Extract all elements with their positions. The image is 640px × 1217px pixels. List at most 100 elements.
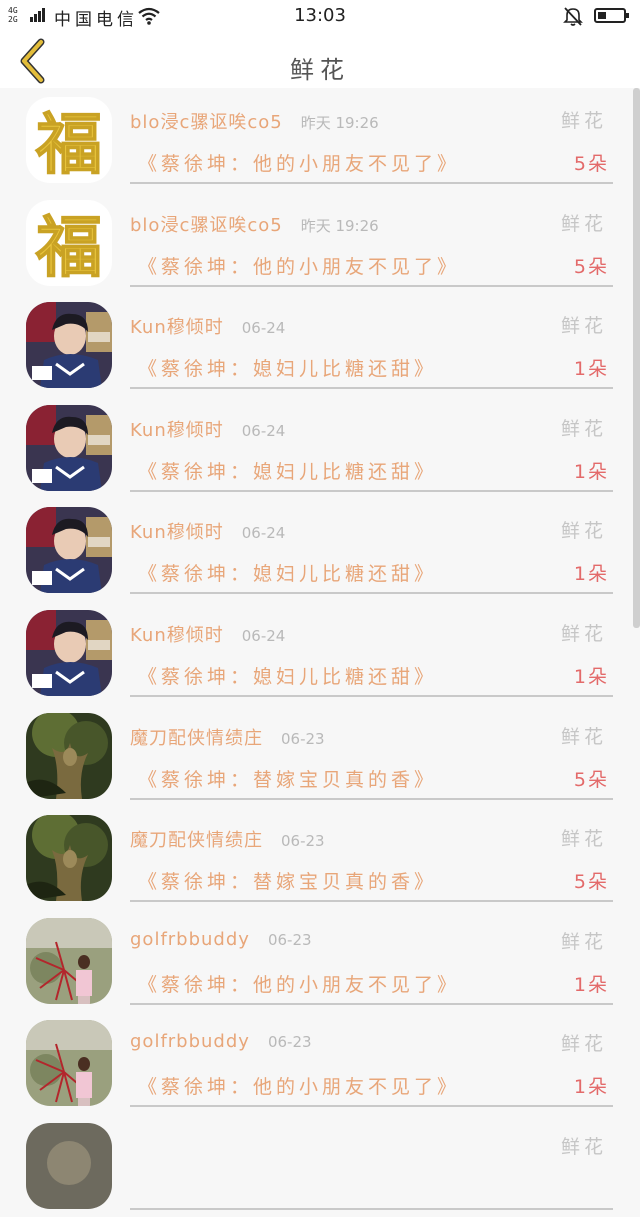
girl-photo-icon [26, 1020, 112, 1107]
username[interactable]: Kun穆倾时 06-24 [130, 518, 285, 544]
article-title[interactable]: 《蔡徐坤：媳妇儿比糖还甜》 [138, 662, 437, 689]
gift-type-label: 鲜花 [560, 1135, 607, 1158]
avatar[interactable] [26, 404, 112, 491]
gift-record-row[interactable]: 魔刀配侠情绩庄 06-23 鲜花 《蔡徐坤：替嫁宝贝真的香》 5朵 [0, 704, 640, 807]
boy-photo-icon [26, 302, 112, 389]
avatar[interactable]: 福 [26, 97, 112, 183]
gift-count: 5朵 [573, 871, 609, 894]
row-content: blo浸c骡讴唉co5 昨天 19:26 鲜花 《蔡徐坤：他的小朋友不见了》 5朵 [130, 191, 613, 287]
gift-record-row[interactable]: 魔刀配侠情绩庄 06-23 鲜花 《蔡徐坤：替嫁宝贝真的香》 5朵 [0, 806, 640, 909]
gift-count: 5朵 [573, 255, 609, 278]
gift-type-label: 鲜花 [560, 622, 607, 645]
avatar[interactable] [26, 507, 112, 594]
avatar[interactable] [26, 917, 112, 1004]
gift-record-row[interactable]: Kun穆倾时 06-24 鲜花 《蔡徐坤：媳妇儿比糖还甜》 1朵 [0, 293, 640, 396]
username[interactable]: Kun穆倾时 06-24 [130, 313, 285, 339]
gift-count: 1朵 [573, 563, 609, 586]
gift-time: 06-24 [241, 421, 286, 440]
article-title[interactable]: 《蔡徐坤：媳妇儿比糖还甜》 [138, 354, 437, 381]
username-text: Kun穆倾时 [130, 317, 224, 339]
username-text: 魔刀配侠情绩庄 [130, 830, 263, 852]
gift-count: 5朵 [573, 153, 609, 175]
article-title[interactable]: 《蔡徐坤：他的小朋友不见了》 [138, 149, 460, 176]
gift-record-row[interactable]: Kun穆倾时 06-24 鲜花 《蔡徐坤：媳妇儿比糖还甜》 1朵 [0, 498, 640, 601]
gift-type-label: 鲜花 [560, 828, 607, 851]
row-content: 鲜花 [130, 1114, 613, 1210]
row-content: Kun穆倾时 06-24 鲜花 《蔡徐坤：媳妇儿比糖还甜》 1朵 [130, 498, 613, 595]
gift-count: 1朵 [573, 665, 609, 688]
gift-record-row[interactable]: 福 blo浸c骡讴唉co5 昨天 19:26 鲜花 《蔡徐坤：他的小朋友不见了》 … [0, 191, 640, 294]
tree-art-icon [26, 712, 112, 799]
gift-record-row[interactable]: golfrbbuddy 06-23 鲜花 《蔡徐坤：他的小朋友不见了》 1朵 [0, 1011, 640, 1114]
status-time: 13:03 [294, 5, 346, 26]
avatar[interactable] [26, 712, 112, 799]
fu-character-icon: 福 [26, 97, 112, 183]
gift-record-row[interactable]: Kun穆倾时 06-24 鲜花 《蔡徐坤：媳妇儿比糖还甜》 1朵 [0, 601, 640, 704]
username[interactable]: golfrbbuddy 06-23 [130, 1031, 312, 1052]
row-content: 魔刀配侠情绩庄 06-23 鲜花 《蔡徐坤：替嫁宝贝真的香》 5朵 [130, 704, 613, 800]
gift-type-label: 鲜花 [560, 417, 607, 440]
svg-text:福: 福 [35, 105, 102, 183]
row-content: golfrbbuddy 06-23 鲜花 《蔡徐坤：他的小朋友不见了》 1朵 [130, 909, 613, 1005]
avatar[interactable] [26, 815, 112, 902]
gift-record-row[interactable]: golfrbbuddy 06-23 鲜花 《蔡徐坤：他的小朋友不见了》 1朵 [0, 909, 640, 1012]
username[interactable]: golfrbbuddy 06-23 [130, 929, 312, 950]
gift-count: 1朵 [573, 973, 609, 996]
battery-icon [594, 8, 629, 23]
article-title[interactable]: 《蔡徐坤：他的小朋友不见了》 [138, 1072, 460, 1099]
username[interactable] [130, 1134, 148, 1155]
username-text: blo浸c骡讴唉co5 [130, 214, 283, 236]
avatar-partial-icon [26, 1122, 112, 1209]
boy-photo-icon [26, 404, 112, 491]
girl-photo-icon [26, 917, 112, 1004]
row-content: 魔刀配侠情绩庄 06-23 鲜花 《蔡徐坤：替嫁宝贝真的香》 5朵 [130, 806, 613, 903]
avatar[interactable]: 福 [26, 199, 112, 286]
gift-record-row[interactable]: 福 blo浸c骡讴唉co5 昨天 19:26 鲜花 《蔡徐坤：他的小朋友不见了》 … [0, 88, 640, 191]
scrollbar[interactable] [633, 88, 640, 628]
article-title[interactable]: 《蔡徐坤：他的小朋友不见了》 [138, 970, 460, 997]
gift-count: 1朵 [573, 358, 609, 381]
gift-record-list[interactable]: 福 blo浸c骡讴唉co5 昨天 19:26 鲜花 《蔡徐坤：他的小朋友不见了》 … [0, 88, 640, 1217]
gift-record-row[interactable]: 鲜花 [0, 1114, 640, 1217]
gift-type-label: 鲜花 [560, 315, 607, 338]
gift-time: 06-23 [267, 930, 312, 949]
article-title[interactable]: 《蔡徐坤：替嫁宝贝真的香》 [138, 765, 437, 792]
gift-record-row[interactable]: Kun穆倾时 06-24 鲜花 《蔡徐坤：媳妇儿比糖还甜》 1朵 [0, 396, 640, 499]
username[interactable]: blo浸c骡讴唉co5 昨天 19:26 [130, 108, 379, 134]
article-title[interactable]: 《蔡徐坤：媳妇儿比糖还甜》 [138, 559, 437, 586]
username-text: blo浸c骡讴唉co5 [130, 112, 283, 133]
article-title[interactable]: 《蔡徐坤：媳妇儿比糖还甜》 [138, 457, 437, 484]
status-bar: 4G 2G 中国电信 13:03 [0, 0, 640, 32]
gift-time: 06-23 [281, 832, 325, 851]
boy-photo-icon [26, 507, 112, 594]
avatar[interactable] [26, 1020, 112, 1107]
row-content: golfrbbuddy 06-23 鲜花 《蔡徐坤：他的小朋友不见了》 1朵 [130, 1011, 613, 1108]
tree-art-icon [26, 815, 112, 902]
avatar[interactable] [26, 609, 112, 696]
article-title[interactable]: 《蔡徐坤：替嫁宝贝真的香》 [138, 867, 437, 894]
username-text: 魔刀配侠情绩庄 [130, 727, 263, 749]
article-title[interactable]: 《蔡徐坤：他的小朋友不见了》 [138, 252, 460, 279]
username[interactable]: 魔刀配侠情绩庄 06-23 [130, 724, 325, 750]
boy-photo-icon [26, 609, 112, 696]
row-content: Kun穆倾时 06-24 鲜花 《蔡徐坤：媳妇儿比糖还甜》 1朵 [130, 601, 613, 697]
gift-count: 5朵 [573, 768, 609, 791]
row-content: Kun穆倾时 06-24 鲜花 《蔡徐坤：媳妇儿比糖还甜》 1朵 [130, 396, 613, 492]
avatar[interactable] [26, 302, 112, 389]
row-content: blo浸c骡讴唉co5 昨天 19:26 鲜花 《蔡徐坤：他的小朋友不见了》 5朵 [130, 88, 613, 184]
username[interactable]: blo浸c骡讴唉co5 昨天 19:26 [130, 211, 379, 237]
svg-text:福: 福 [35, 208, 102, 286]
username[interactable]: Kun穆倾时 06-24 [130, 416, 285, 442]
username-text: Kun穆倾时 [130, 624, 224, 646]
page-title: 鲜花 [290, 56, 350, 84]
gift-time: 昨天 19:26 [300, 216, 379, 235]
username[interactable]: 魔刀配侠情绩庄 06-23 [130, 826, 325, 852]
gift-time: 06-23 [267, 1033, 312, 1052]
username[interactable]: Kun穆倾时 06-24 [130, 621, 285, 647]
gift-time: 昨天 19:26 [300, 114, 379, 132]
gift-count: 1朵 [573, 1076, 609, 1099]
avatar[interactable] [26, 1122, 112, 1209]
gift-type-label: 鲜花 [560, 212, 607, 235]
nav-bar: 鲜花 [0, 32, 640, 88]
gift-time: 06-24 [241, 524, 286, 543]
